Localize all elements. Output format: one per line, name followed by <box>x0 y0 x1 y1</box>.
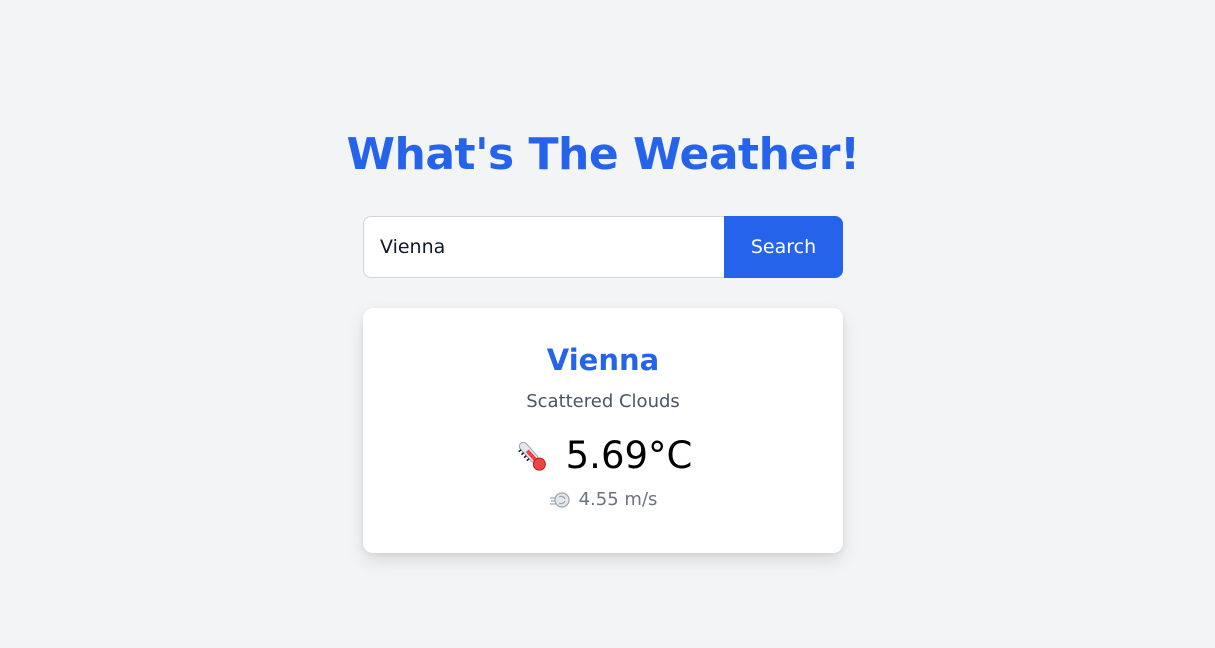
city-name: Vienna <box>546 343 660 377</box>
temperature-row: 5.69°C <box>514 434 693 478</box>
wind-row: 4.55 m/s <box>549 488 658 512</box>
weather-app: What's The Weather! Search Vienna Scatte… <box>346 128 860 553</box>
weather-card: Vienna Scattered Clouds 5.69°C 4.55 m/s <box>363 308 843 553</box>
search-input[interactable] <box>363 216 724 278</box>
search-bar: Search <box>363 216 843 278</box>
thermometer-icon <box>514 437 550 475</box>
weather-description: Scattered Clouds <box>526 391 680 412</box>
page-title: What's The Weather! <box>346 129 860 180</box>
search-button[interactable]: Search <box>724 216 843 278</box>
wind-icon <box>549 489 571 511</box>
temperature-value: 5.69°C <box>565 434 693 477</box>
wind-speed: 4.55 m/s <box>578 489 658 510</box>
